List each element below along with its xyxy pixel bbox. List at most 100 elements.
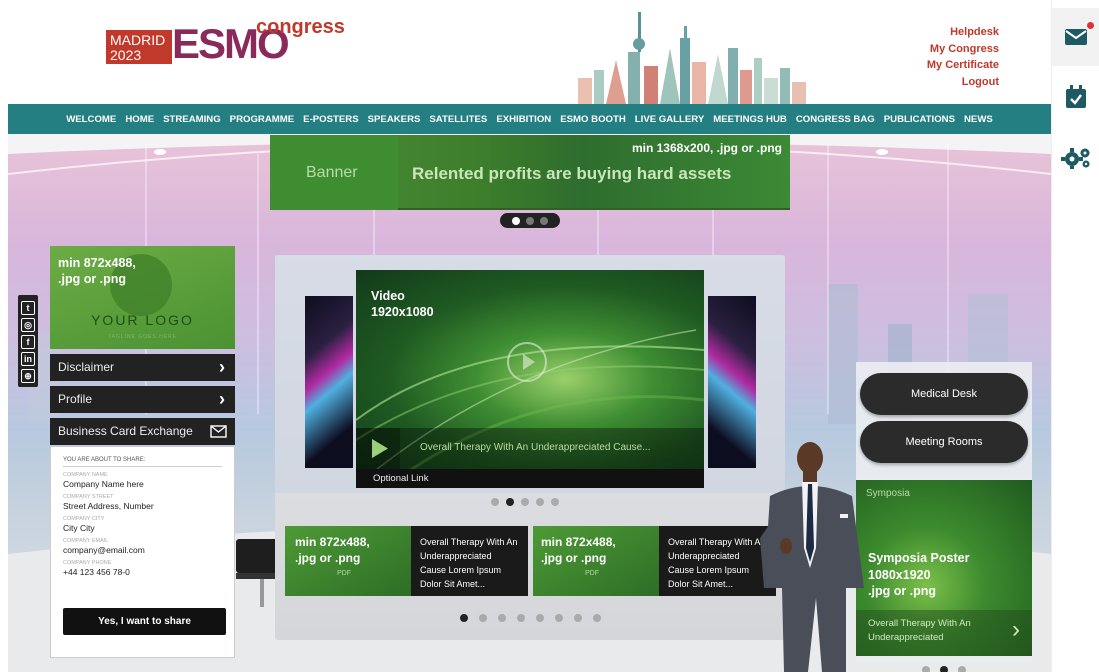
nav-congress-bag[interactable]: CONGRESS BAG (796, 114, 875, 125)
carousel-dot[interactable] (574, 614, 582, 622)
nav-speakers[interactable]: SPEAKERS (368, 114, 421, 125)
carousel-dot[interactable] (940, 666, 948, 672)
carousel-dot[interactable] (517, 614, 525, 622)
social-bar: t ◎ f in ⊕ (18, 295, 38, 387)
business-card-form: YOU ARE ABOUT TO SHARE: COMPANY NAME Com… (50, 446, 235, 658)
poster-line-3: .jpg or .png (868, 584, 937, 598)
profile-label: Profile (58, 392, 93, 406)
document-card[interactable]: min 872x488, .jpg or .png PDF Overall Th… (533, 526, 776, 596)
chevron-right-icon: › (219, 389, 225, 409)
calendar-button[interactable] (1052, 68, 1099, 126)
medical-desk-button[interactable]: Medical Desk (860, 373, 1028, 415)
video-title-line-1: Video (371, 289, 405, 303)
carousel-dot[interactable] (536, 614, 544, 622)
field-label: COMPANY EMAIL (63, 538, 109, 544)
poster-carousel-dots (922, 666, 966, 672)
nav-e-posters[interactable]: E-POSTERS (303, 114, 358, 125)
carousel-dot[interactable] (521, 498, 529, 506)
play-icon[interactable] (507, 342, 547, 382)
field-label: COMPANY NAME (63, 472, 108, 478)
document-thumbnail: min 872x488, .jpg or .png PDF (533, 526, 659, 596)
nav-exhibition[interactable]: EXHIBITION (496, 114, 551, 125)
poster-caption: Overall Therapy With An Underappreciated (868, 618, 971, 643)
nav-welcome[interactable]: WELCOME (66, 114, 116, 125)
document-description: Overall Therapy With An Underappreciated… (659, 526, 776, 596)
banner-size-hint: min 1368x200, .jpg or .png (631, 141, 782, 155)
logout-link[interactable]: Logout (927, 74, 999, 91)
carousel-dot[interactable] (498, 614, 506, 622)
pdf-badge: PDF (337, 570, 351, 577)
company-email-value: company@email.com (63, 545, 145, 555)
symposia-poster[interactable]: Symposia Symposia Poster 1080x1920 .jpg … (856, 480, 1032, 656)
business-card-exchange-button[interactable]: Business Card Exchange (50, 418, 235, 445)
banner-dot[interactable] (526, 216, 534, 225)
carousel-dot[interactable] (506, 498, 514, 506)
play-button[interactable] (356, 428, 400, 469)
carousel-dot[interactable] (555, 614, 563, 622)
field-label: COMPANY PHONE (63, 560, 112, 566)
banner-label: Banner (306, 164, 358, 181)
nav-esmo-booth[interactable]: ESMO BOOTH (560, 114, 626, 125)
badge-line-2: 2023 (110, 47, 142, 63)
profile-button[interactable]: Profile › (50, 386, 235, 413)
nav-news[interactable]: NEWS (964, 114, 993, 125)
nav-publications[interactable]: PUBLICATIONS (884, 114, 955, 125)
envelope-icon (1065, 29, 1087, 45)
company-city-value: City City (63, 523, 95, 533)
carousel-dot[interactable] (551, 498, 559, 506)
carousel-dot[interactable] (536, 498, 544, 506)
carousel-dot[interactable] (491, 498, 499, 506)
pdf-badge: PDF (585, 570, 599, 577)
facebook-icon[interactable]: f (21, 335, 35, 349)
my-certificate-link[interactable]: My Certificate (927, 57, 999, 74)
company-phone-value: +44 123 456 78-0 (63, 567, 130, 577)
carousel-dot[interactable] (958, 666, 966, 672)
carousel-dot[interactable] (479, 614, 487, 622)
doc-size-line-2: .jpg or .png (541, 551, 607, 565)
nav-live-gallery[interactable]: LIVE GALLERY (635, 114, 704, 125)
your-logo-text: YOUR LOGO (91, 312, 194, 328)
settings-button[interactable] (1052, 128, 1099, 186)
banner-dot[interactable] (512, 216, 520, 225)
business-card-label: Business Card Exchange (58, 424, 193, 438)
calendar-icon (1066, 85, 1086, 108)
messages-button[interactable] (1052, 8, 1099, 66)
chevron-right-icon[interactable]: › (1012, 616, 1020, 644)
website-icon[interactable]: ⊕ (21, 369, 35, 383)
company-logo-card[interactable]: min 872x488, .jpg or .png YOUR LOGO TAGL… (50, 246, 235, 349)
linkedin-icon[interactable]: in (21, 352, 35, 366)
carousel-dot[interactable] (922, 666, 930, 672)
presenter-avatar (760, 442, 864, 672)
doc-size-line-1: min 872x488, (295, 535, 370, 549)
meeting-rooms-button[interactable]: Meeting Rooms (860, 421, 1028, 463)
booth-banner[interactable]: Banner Relented profits are buying hard … (270, 135, 790, 210)
logo-suffix: congress (256, 16, 345, 38)
company-name-value: Company Name here (63, 479, 144, 489)
instagram-icon[interactable]: ◎ (21, 318, 35, 332)
optional-link[interactable]: Optional Link (356, 469, 704, 488)
play-icon (372, 439, 388, 458)
poster-line-2: 1080x1920 (868, 567, 931, 582)
nav-home[interactable]: HOME (125, 114, 154, 125)
banner-headline: Relented profits are buying hard assets (412, 164, 732, 183)
nav-programme[interactable]: PROGRAMME (230, 114, 295, 125)
helpdesk-link[interactable]: Helpdesk (927, 24, 999, 41)
poster-label: Symposia (866, 488, 910, 499)
my-congress-link[interactable]: My Congress (927, 41, 999, 58)
logo-size-hint: min 872x488, .jpg or .png (58, 255, 136, 287)
nav-meetings-hub[interactable]: MEETINGS HUB (713, 114, 787, 125)
nav-satellites[interactable]: SATELLITES (429, 114, 487, 125)
main-nav: WELCOME HOME STREAMING PROGRAMME E-POSTE… (8, 104, 1051, 134)
carousel-dot[interactable] (460, 614, 468, 622)
banner-dot[interactable] (540, 216, 548, 225)
video-title-line-2: 1920x1080 (371, 305, 434, 319)
nav-streaming[interactable]: STREAMING (163, 114, 221, 125)
video-caption: Overall Therapy With An Underappreciated… (420, 442, 651, 453)
play-triangle-icon (523, 354, 535, 370)
carousel-dot[interactable] (593, 614, 601, 622)
disclaimer-button[interactable]: Disclaimer › (50, 354, 235, 381)
document-card[interactable]: min 872x488, .jpg or .png PDF Overall Th… (285, 526, 528, 596)
logo-size-line-1: min 872x488, (58, 256, 136, 270)
share-button[interactable]: Yes, I want to share (63, 608, 226, 635)
twitter-icon[interactable]: t (21, 301, 35, 315)
